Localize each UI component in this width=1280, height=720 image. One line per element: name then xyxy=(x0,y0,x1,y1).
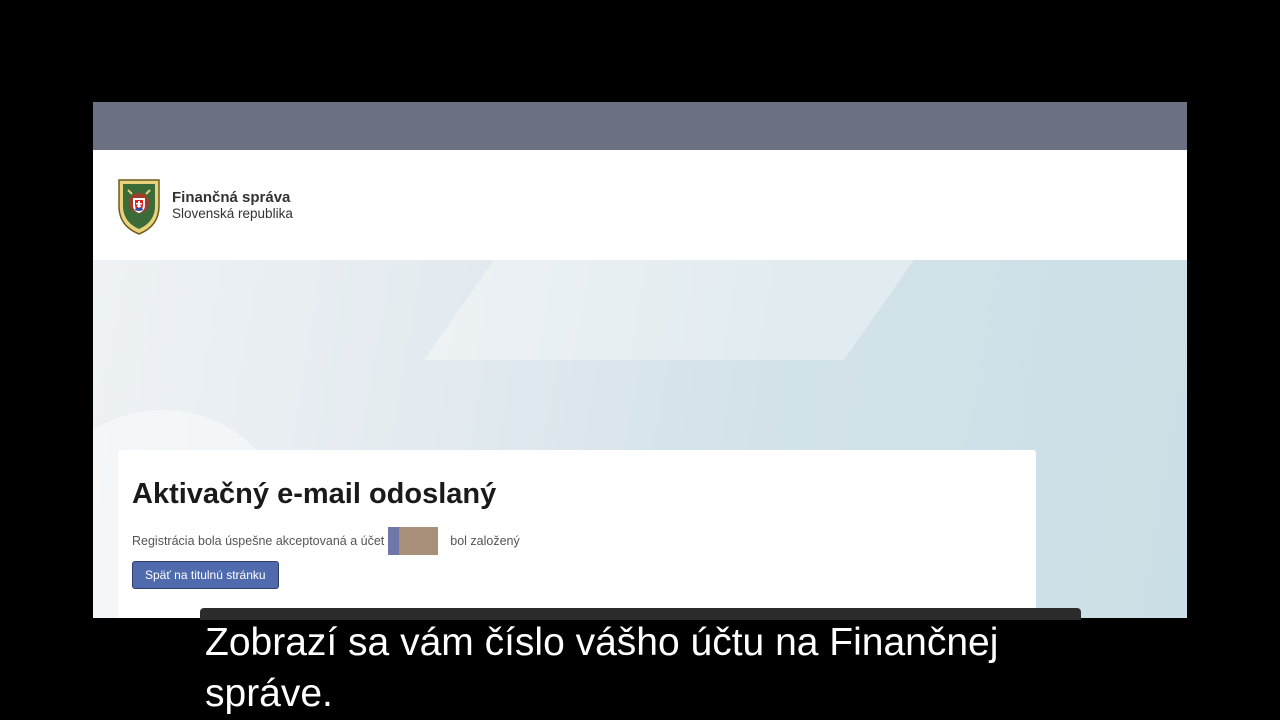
registration-message: Registrácia bola úspešne akceptovaná a ú… xyxy=(132,527,520,555)
redacted-account-number xyxy=(388,527,439,555)
video-caption: Zobrazí sa vám číslo vášho účtu na Finan… xyxy=(205,621,999,715)
message-text-before: Registrácia bola úspešne akceptovaná a ú… xyxy=(132,534,385,548)
org-country: Slovenská republika xyxy=(172,206,293,221)
hero-background: Aktivačný e-mail odoslaný Registrácia bo… xyxy=(93,260,1187,618)
top-bar xyxy=(93,102,1187,150)
message-text-after: bol založený xyxy=(450,534,520,548)
site-header: Finančná správa Slovenská republika xyxy=(93,150,1187,260)
org-name: Finančná správa xyxy=(172,189,291,206)
page-title: Aktivačný e-mail odoslaný xyxy=(132,478,497,510)
browser-viewport: Finančná správa Slovenská republika Akti… xyxy=(93,102,1187,618)
activation-card: Aktivačný e-mail odoslaný Registrácia bo… xyxy=(118,450,1036,618)
hero-decoration xyxy=(423,260,943,360)
back-to-home-button[interactable]: Späť na titulnú stránku xyxy=(132,561,279,589)
coat-of-arms-icon[interactable] xyxy=(114,176,164,236)
